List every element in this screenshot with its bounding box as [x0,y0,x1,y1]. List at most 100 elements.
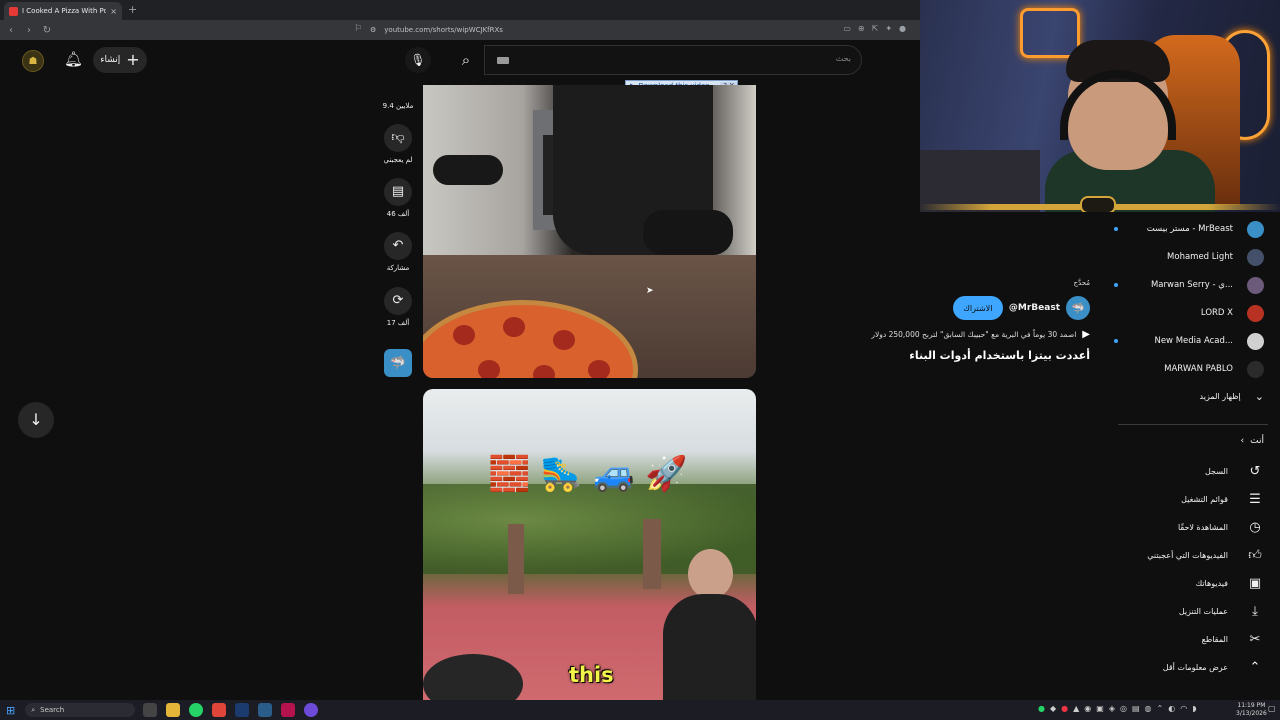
taskbar-search[interactable]: ⌕ Search [25,703,136,717]
video-title: أعددت بيتزا باستخدام أدوات البناء [909,349,1090,362]
voice-search-button[interactable]: 🎙︎ [405,47,431,73]
subscription-item[interactable]: مستر بيست - MrBeast [1114,219,1264,239]
remix-action[interactable]: ⟳ 17 ألف [380,287,416,327]
browser-icon[interactable] [212,703,226,717]
playlists-icon: ☰ [1249,491,1261,507]
like-action[interactable]: 9.4 ملايين [380,82,416,110]
forward-button[interactable]: › [22,25,36,36]
keyboard-icon[interactable] [497,57,509,64]
chevron-left-icon: ‹ [1240,436,1245,446]
create-button[interactable]: إنشاء + [93,47,147,73]
nav-label: مُحدَّج [1073,279,1090,287]
browser-tab[interactable]: I Cooked A Pizza With Power × [4,2,122,20]
next-video-button[interactable]: ↓ [18,402,54,438]
bell-icon[interactable]: 🔔︎ [64,50,83,68]
subscription-item[interactable]: MARWAN PABLO [1114,359,1264,379]
share-action[interactable]: ↶ مشاركة [380,232,416,272]
cast-icon[interactable]: ▭ [843,24,851,33]
subscription-name: MARWAN PABLO [1164,364,1233,374]
browser-tabbar: I Cooked A Pizza With Power × + [0,0,920,20]
windows-start-icon[interactable]: ⊞ [6,704,15,717]
sidebar-item-liked[interactable]: الفيديوهات التي أعجبتني 👍︎ [1114,544,1264,566]
search-icon: ⌕ [31,705,36,714]
tray-icon[interactable]: ▲ [1073,704,1079,713]
subscribe-button[interactable]: الاشتراك [952,296,1003,320]
tray-icon[interactable]: ◎ [1120,704,1127,713]
sidebar-item-history[interactable]: السجل ↺ [1114,460,1264,482]
channel-thumbnail[interactable]: 🦈 [384,349,412,377]
browser-extension-icons: ▭ ⊕ ⇱ ✦ ● [843,24,906,33]
extension-icon[interactable]: ✦ [885,24,892,33]
browser-address-bar: ‹ › ↻ ⚐ ⚙ youtube.com/shorts/wipWCJKfRXs… [0,20,920,40]
plus-icon: + [126,50,140,69]
search-button[interactable]: ⌕ [450,45,482,75]
subscription-item[interactable]: Marwan Serry - ي... [1114,275,1264,295]
tray-icon[interactable]: ◆ [1050,704,1056,713]
subscription-item[interactable]: Mohamed Light [1114,247,1264,267]
close-tab-icon[interactable]: × [110,7,117,16]
channel-avatar[interactable]: 🦈 [1066,296,1090,320]
comments-action[interactable]: ▤ 46 ألف [380,178,416,218]
sidebar-item-your-videos[interactable]: فيديوهاتك ▣ [1114,572,1264,594]
profile-icon[interactable]: ● [899,24,906,33]
menu-item-label: قوائم التشغيل [1181,494,1228,504]
url-text: youtube.com/shorts/wipWCJKfRXs [384,26,503,34]
search-input[interactable]: بحث [484,45,862,75]
volume-icon[interactable]: ◗ [1192,704,1196,713]
windows-taskbar: ⊞ ⌕ Search ● ◆ ● ▲ ◉ ▣ ◈ ◎ ▤ ◍ ⌃ ◐ ◠ ◗ 1… [0,700,1280,720]
wifi-icon[interactable]: ◠ [1180,704,1187,713]
photoshop-icon[interactable] [235,703,249,717]
tray-icon[interactable]: ● [1061,704,1068,713]
app-icon[interactable] [304,703,318,717]
tray-icon[interactable]: ▣ [1096,704,1104,713]
back-button[interactable]: ‹ [4,25,18,36]
task-view-icon[interactable] [143,703,157,717]
system-tray: ● ◆ ● ▲ ◉ ▣ ◈ ◎ ▤ ◍ ⌃ ◐ ◠ ◗ [1038,704,1196,713]
channel-name[interactable]: @MrBeast [1009,303,1060,313]
sidebar-item-show-less[interactable]: عرض معلومات أقل ⌃ [1114,656,1264,678]
app-root: I Cooked A Pizza With Power × + ‹ › ↻ ⚐ … [0,0,1280,720]
site-info-icon[interactable]: ⚙ [370,26,376,34]
tray-icon[interactable]: ◈ [1109,704,1115,713]
microphone-icon: 🎙︎ [410,53,426,67]
baby-walker-icon: 🛼 [540,454,583,494]
url-field[interactable]: ⚙ youtube.com/shorts/wipWCJKfRXs [370,23,910,37]
sidebar-item-playlists[interactable]: قوائم التشغيل ☰ [1114,488,1264,510]
short-video-player[interactable] [423,85,756,378]
new-tab-button[interactable]: + [128,3,137,16]
tray-icon[interactable]: ◉ [1084,704,1091,713]
tray-icon[interactable]: ◐ [1168,704,1175,713]
app-icon[interactable] [281,703,295,717]
notification-icon[interactable]: ▢ [1268,704,1276,713]
you-section-header[interactable]: ‹ أنت [1241,436,1264,446]
new-content-dot [1114,339,1118,343]
subscription-item[interactable]: New Media Acad... [1114,331,1264,351]
sidebar-item-downloads[interactable]: عمليات التنزيل ⤓ [1114,600,1264,622]
dislike-action[interactable]: 👎︎ لم يعجبني [380,124,416,164]
sidebar-item-clips[interactable]: المقاطع ✂ [1114,628,1264,650]
linked-video[interactable]: اصمد 30 يوماً في البرية مع "حبيبك السابق… [871,329,1090,340]
tray-icon[interactable]: ◍ [1145,704,1152,713]
youtube-header: ☗ 🔔︎ إنشاء + 🎙︎ ⌕ بحث [0,40,920,82]
whatsapp-icon[interactable] [189,703,203,717]
tray-icon[interactable]: ▤ [1132,704,1140,713]
show-more-button[interactable]: إظهار المزيد ⌄ [1200,390,1264,403]
sidebar-item-watch-later[interactable]: المشاهدة لاحقًا ◷ [1114,516,1264,538]
share-icon: ↶ [384,232,412,260]
channel-avatar[interactable]: ☗ [22,50,44,72]
taskbar-clock[interactable]: 11:19 PM 3/13/2026 [1236,702,1267,718]
share-page-icon[interactable]: ⇱ [872,24,879,33]
remix-icon: ⟳ [384,287,412,315]
rocket-icon: 🚀 [645,454,688,494]
steam-icon[interactable] [258,703,272,717]
bookmark-icon[interactable]: ⚐ [354,24,362,34]
next-short-video[interactable]: 🧱 🛼 🚙 🚀 this [423,389,756,700]
video-frame-person [663,594,756,700]
tray-icon[interactable]: ⌃ [1157,704,1164,713]
file-explorer-icon[interactable] [166,703,180,717]
zoom-icon[interactable]: ⊕ [858,24,865,33]
whatsapp-tray-icon[interactable]: ● [1038,704,1045,713]
reload-button[interactable]: ↻ [40,25,54,36]
subscription-item[interactable]: LORD X [1114,303,1264,323]
linked-video-title: اصمد 30 يوماً في البرية مع "حبيبك السابق… [871,330,1077,339]
